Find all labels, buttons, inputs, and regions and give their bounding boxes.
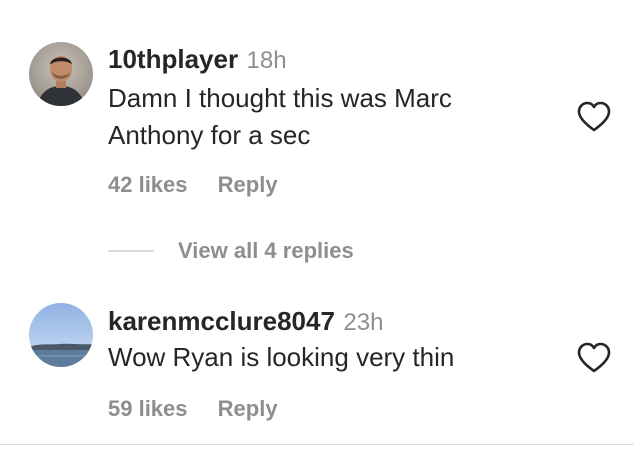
comment-header: 10thplayer 18h bbox=[108, 44, 287, 79]
comment-meta: 42 likes Reply bbox=[108, 172, 278, 198]
likes-count[interactable]: 42 likes bbox=[108, 172, 188, 197]
replies-divider-line bbox=[108, 250, 154, 252]
comment-meta: 59 likes Reply bbox=[108, 396, 278, 422]
comment-text-line: Anthony for a sec bbox=[108, 120, 311, 150]
heart-outline-icon[interactable] bbox=[577, 101, 611, 133]
username[interactable]: 10thplayer bbox=[108, 44, 238, 74]
username[interactable]: karenmcclure8047 bbox=[108, 306, 335, 336]
comment-text-line: Wow Ryan is looking very thin bbox=[108, 342, 455, 372]
timestamp: 23h bbox=[343, 309, 384, 336]
comment-header: karenmcclure8047 23h bbox=[108, 306, 383, 341]
comment-text-line: Damn I thought this was Marc bbox=[108, 83, 452, 113]
heart-outline-icon[interactable] bbox=[577, 342, 611, 374]
avatar[interactable] bbox=[29, 303, 93, 367]
timestamp: 18h bbox=[246, 47, 287, 74]
reply-button[interactable]: Reply bbox=[218, 396, 278, 421]
avatar[interactable] bbox=[29, 42, 93, 106]
bottom-divider bbox=[0, 444, 634, 445]
view-replies-label: View all 4 replies bbox=[178, 238, 354, 263]
view-replies-button[interactable]: View all 4 replies bbox=[108, 236, 354, 266]
comment-text: Wow Ryan is looking very thin bbox=[108, 339, 548, 376]
reply-button[interactable]: Reply bbox=[218, 172, 278, 197]
likes-count[interactable]: 59 likes bbox=[108, 396, 188, 421]
comment-text: Damn I thought this was Marc Anthony for… bbox=[108, 80, 548, 154]
